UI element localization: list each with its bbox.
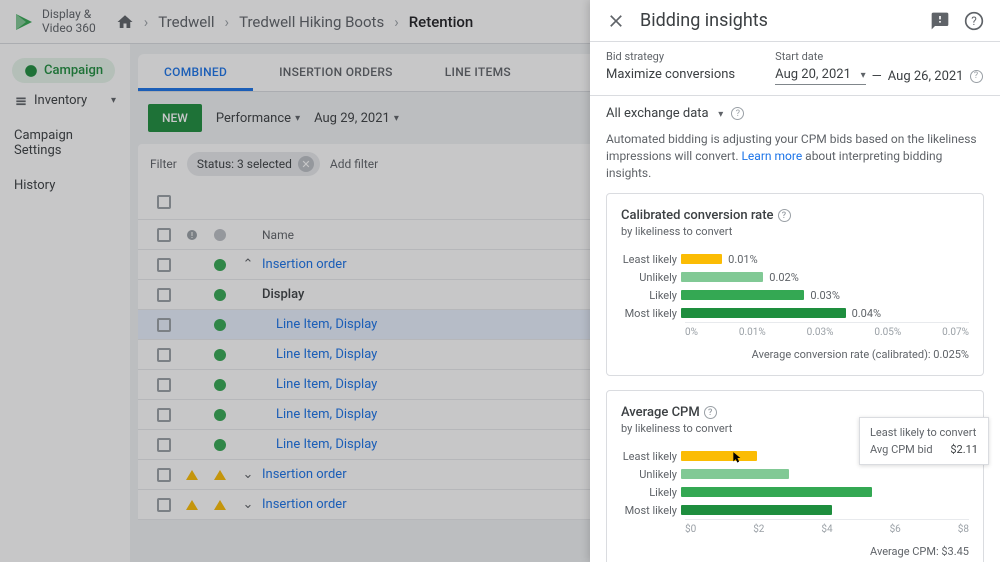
chart-category: Unlikely (621, 468, 681, 481)
chart-bar[interactable] (681, 272, 763, 282)
chart-category: Most likely (621, 504, 681, 517)
chart-axis: 0%0.01%0.03%0.05%0.07% (685, 322, 969, 338)
chart-bar[interactable] (681, 451, 757, 461)
chart-category: Least likely (621, 253, 681, 266)
help-icon[interactable]: ? (704, 406, 717, 419)
bidding-insights-panel: Bidding insights ? Bid strategy Maximize… (590, 0, 1000, 562)
card-footer: Average conversion rate (calibrated): 0.… (621, 348, 969, 361)
card-footer: Average CPM: $3.45 (621, 545, 969, 558)
chart-bar[interactable] (681, 469, 789, 479)
panel-description: Automated bidding is adjusting your CPM … (590, 131, 1000, 193)
svg-text:?: ? (971, 14, 977, 28)
bid-strategy-value: Maximize conversions (606, 67, 735, 82)
help-icon[interactable]: ? (731, 107, 744, 120)
chart-category: Likely (621, 486, 681, 499)
panel-title: Bidding insights (640, 10, 916, 31)
average-cpm-card: Least likely to convert Avg CPM bid$2.11… (606, 390, 984, 562)
end-date-value: Aug 26, 2021 (888, 69, 964, 84)
chart-tooltip: Least likely to convert Avg CPM bid$2.11 (859, 417, 989, 465)
feedback-icon[interactable] (930, 11, 950, 31)
cursor-icon (731, 451, 745, 465)
close-icon[interactable] (606, 11, 626, 31)
chart-bar[interactable] (681, 487, 872, 497)
exchange-dropdown[interactable]: All exchange data ▾ (606, 106, 723, 121)
chart-category: Least likely (621, 450, 681, 463)
chart-bar[interactable] (681, 308, 846, 318)
help-icon[interactable]: ? (964, 11, 984, 31)
learn-more-link[interactable]: Learn more (741, 149, 802, 163)
help-icon[interactable]: ? (970, 70, 983, 83)
chart-bar[interactable] (681, 254, 722, 264)
conversion-rate-card: Calibrated conversion rate ? by likeline… (606, 193, 984, 376)
chart-bar[interactable] (681, 290, 804, 300)
chart-category: Unlikely (621, 271, 681, 284)
chart-axis: $0$2$4$6$8 (685, 519, 969, 535)
help-icon[interactable]: ? (778, 209, 791, 222)
start-date-label: Start date (775, 50, 982, 63)
chart-category: Likely (621, 289, 681, 302)
date-range-separator: — (872, 69, 882, 84)
chart-category: Most likely (621, 307, 681, 320)
start-date-picker[interactable]: Aug 20, 2021 ▾ (775, 67, 865, 85)
chart-bar[interactable] (681, 505, 832, 515)
bid-strategy-label: Bid strategy (606, 50, 735, 63)
